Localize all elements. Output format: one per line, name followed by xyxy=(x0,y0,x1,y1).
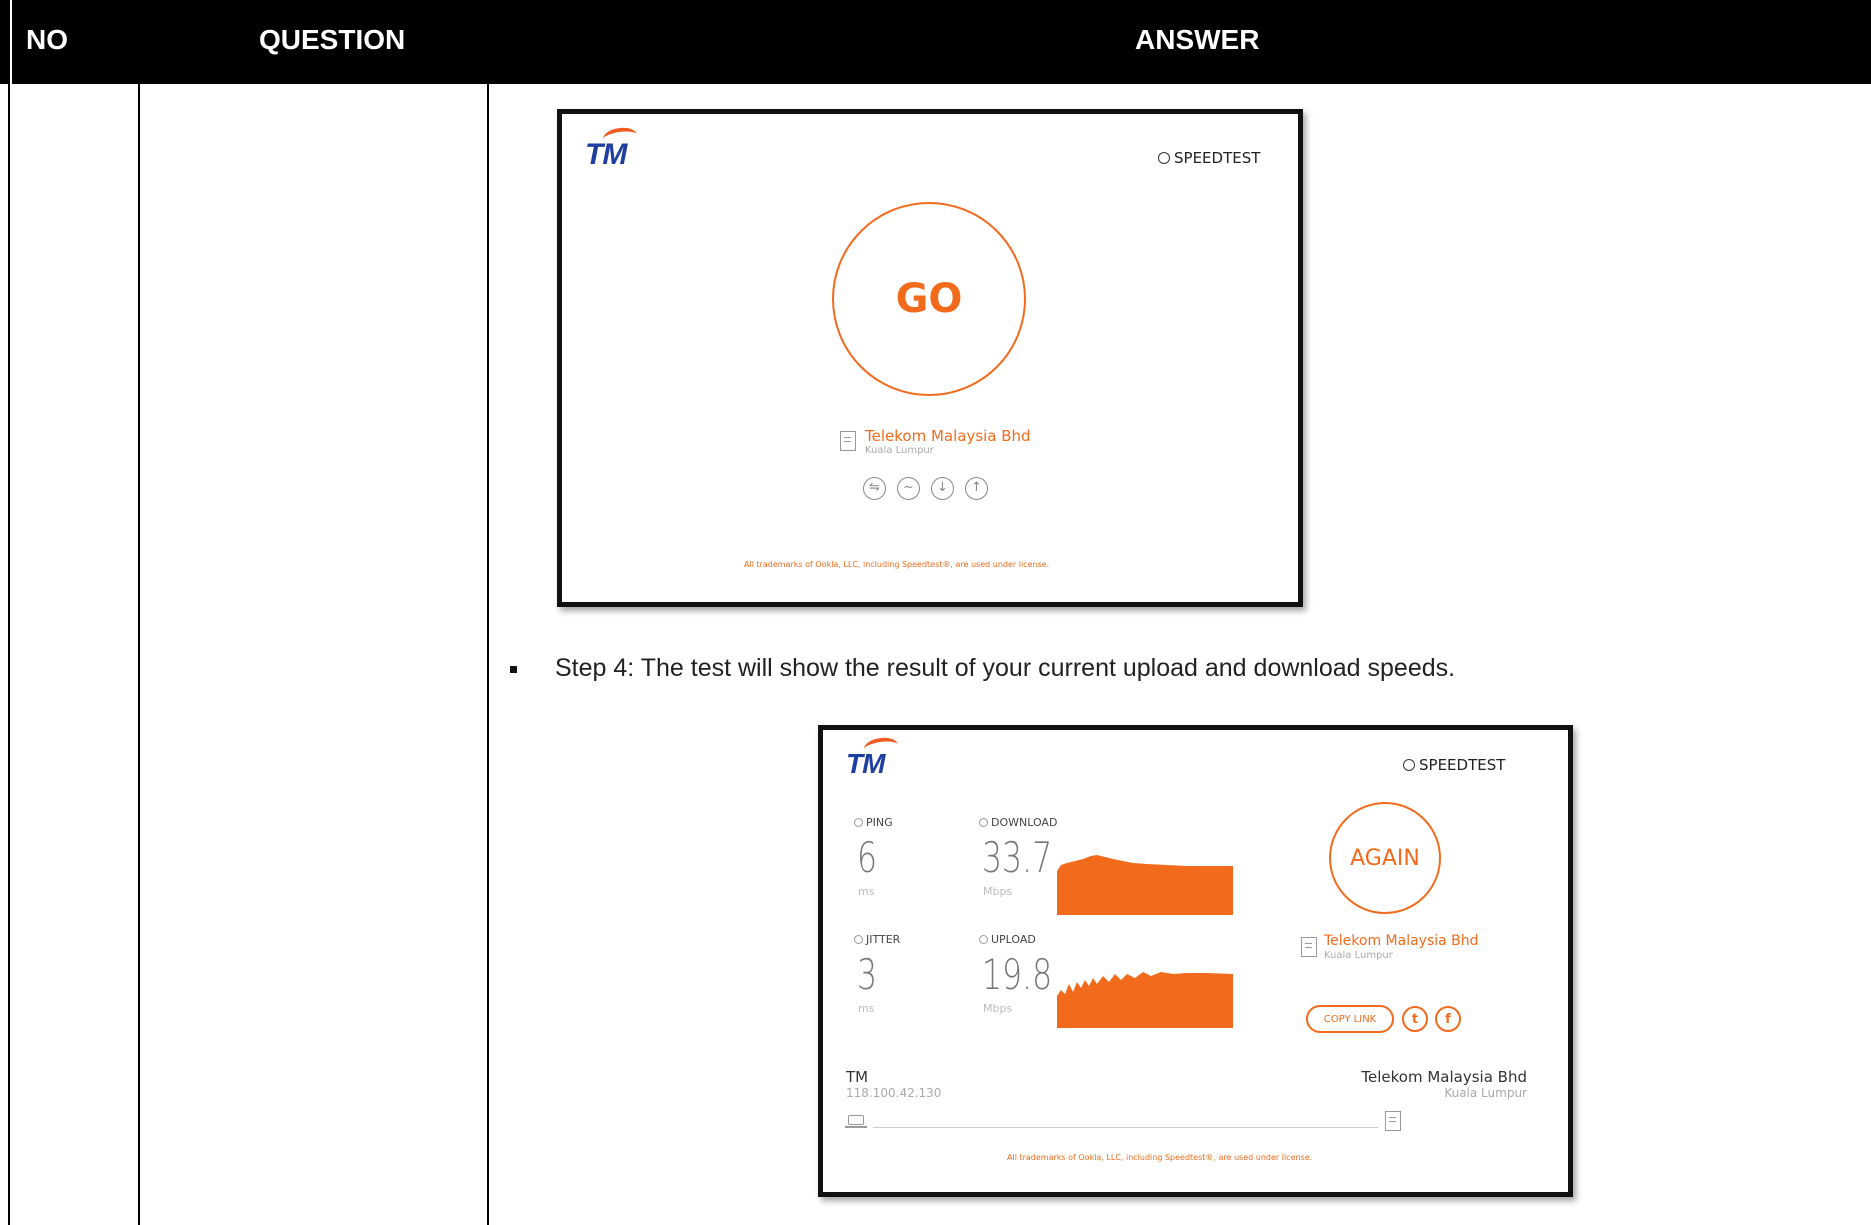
server-location: Kuala Lumpur xyxy=(1324,950,1393,961)
copy-link-button[interactable]: COPY LINK xyxy=(1306,1005,1394,1033)
upload-unit: Mbps xyxy=(983,1002,1013,1015)
go-button[interactable]: GO xyxy=(832,202,1026,396)
upload-graph xyxy=(1057,972,1233,1028)
header-no: NO xyxy=(26,24,68,55)
trademark-notice: All trademarks of Ookla, LLC, including … xyxy=(744,560,1050,569)
server-icon xyxy=(840,431,856,451)
host-server-icon xyxy=(1385,1111,1401,1131)
isp-name: TM xyxy=(846,1068,869,1086)
ping-icon xyxy=(854,818,863,827)
jitter-unit: ms xyxy=(858,1002,875,1015)
facebook-icon[interactable]: f xyxy=(1435,1006,1461,1032)
tm-logo: TM xyxy=(846,735,900,780)
step-4-text: Step 4: The test will show the result of… xyxy=(555,654,1456,682)
host-location: Kuala Lumpur xyxy=(1444,1086,1527,1100)
jitter-icon xyxy=(854,935,863,944)
download-label: DOWNLOAD xyxy=(979,816,1057,829)
twitter-icon[interactable]: t xyxy=(1402,1006,1428,1032)
speedtest-brand: SPEEDTEST xyxy=(1403,756,1505,774)
column-divider-question xyxy=(487,84,489,1225)
upload-label: UPLOAD xyxy=(979,933,1036,946)
header-question: QUESTION xyxy=(259,24,406,55)
ping-label: PING xyxy=(854,816,893,829)
speedtest-result-screenshot: TM SPEEDTEST PING 6 ms JITTER 3 ms DOWNL… xyxy=(818,725,1573,1197)
bullet xyxy=(510,666,517,673)
jitter-icon[interactable]: ∼ xyxy=(897,477,920,500)
header-answer: ANSWER xyxy=(1135,24,1260,55)
header-left-divider xyxy=(10,0,12,84)
upload-value: 19.8 xyxy=(982,950,1053,999)
speedometer-icon xyxy=(1403,759,1415,771)
download-value: 33.7 xyxy=(982,833,1053,882)
upload-icon xyxy=(979,935,988,944)
download-icon[interactable]: ↓ xyxy=(931,477,954,500)
ping-unit: ms xyxy=(858,885,875,898)
download-unit: Mbps xyxy=(983,885,1013,898)
connections-icon[interactable]: ⇋ xyxy=(863,477,886,500)
tm-logo: TM xyxy=(585,125,639,172)
server-icon xyxy=(1301,937,1317,957)
speedometer-icon xyxy=(1158,152,1170,164)
download-icon xyxy=(979,818,988,827)
ping-value: 6 xyxy=(857,833,878,882)
server-name[interactable]: Telekom Malaysia Bhd xyxy=(1324,933,1479,949)
download-graph xyxy=(1057,855,1233,915)
host-name: Telekom Malaysia Bhd xyxy=(1361,1068,1527,1086)
connection-line xyxy=(873,1127,1378,1128)
laptop-icon xyxy=(848,1115,864,1125)
speedtest-brand: SPEEDTEST xyxy=(1158,149,1260,167)
column-divider-no xyxy=(138,84,140,1225)
server-name[interactable]: Telekom Malaysia Bhd xyxy=(865,427,1031,445)
server-location: Kuala Lumpur xyxy=(865,445,934,456)
jitter-value: 3 xyxy=(857,950,878,999)
again-button[interactable]: AGAIN xyxy=(1329,802,1441,914)
laptop-base xyxy=(845,1126,867,1128)
isp-ip: 118.100.42.130 xyxy=(846,1086,942,1100)
table-border-left xyxy=(8,84,10,1225)
trademark-notice: All trademarks of Ookla, LLC, including … xyxy=(1007,1153,1313,1162)
jitter-label: JITTER xyxy=(854,933,900,946)
upload-icon[interactable]: ↑ xyxy=(965,477,988,500)
speedtest-start-screenshot: TM SPEEDTEST GO Telekom Malaysia Bhd Kua… xyxy=(557,109,1303,607)
